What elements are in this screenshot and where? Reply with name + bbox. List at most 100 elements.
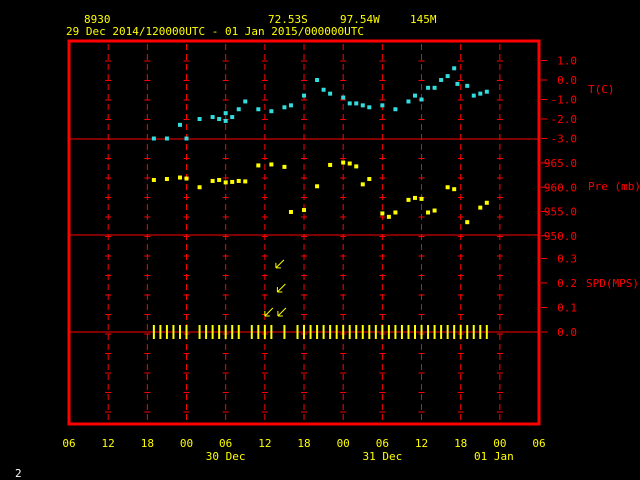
temperature-point <box>315 78 320 82</box>
temperature-point <box>288 103 293 108</box>
pressure-point <box>217 177 222 182</box>
wind-arrow <box>264 307 274 317</box>
pressure-point <box>164 177 169 182</box>
pressure-point <box>177 175 182 180</box>
pressure-point <box>223 180 228 185</box>
pressure-point <box>269 162 274 167</box>
time-range: 29 Dec 2014/120000UTC - 01 Jan 2015/0000… <box>66 25 364 38</box>
xtick-label: 06 <box>376 437 389 450</box>
temperature-point <box>210 115 215 120</box>
data-marks <box>151 66 489 339</box>
pressure-point <box>230 179 235 184</box>
day-label: 01 Jan <box>474 450 514 463</box>
pressure-point <box>406 197 411 202</box>
pressure-axis-label: Pre (mb) <box>588 180 640 193</box>
pressure-point <box>452 187 457 192</box>
pressure-point <box>210 178 215 183</box>
xtick-label: 00 <box>493 437 506 450</box>
wind-arrow <box>276 283 286 293</box>
temperature-point <box>184 136 189 141</box>
pressure-point <box>328 162 333 167</box>
pressure-point <box>282 164 287 169</box>
temperature-point <box>223 118 228 123</box>
temperature-point <box>328 91 333 96</box>
temperature-point <box>347 101 352 106</box>
ytick-label: 955.0 <box>544 206 577 219</box>
pressure-point <box>445 185 450 190</box>
ytick-label: 0.3 <box>557 253 577 266</box>
temperature-point <box>484 89 489 94</box>
temperature-point <box>439 78 444 82</box>
pressure-point <box>341 160 346 165</box>
temperature-point <box>455 81 460 86</box>
temperature-point <box>465 83 470 88</box>
temperature-point <box>302 93 307 98</box>
ytick-label: 950.0 <box>544 230 577 243</box>
temperature-point <box>367 105 372 110</box>
temperature-point <box>197 117 202 121</box>
pressure-point <box>354 164 359 169</box>
temperature-point <box>164 136 169 141</box>
pressure-point <box>393 210 398 215</box>
temperature-point <box>321 87 326 92</box>
xtick-label: 06 <box>532 437 545 450</box>
ytick-label: -3.0 <box>551 133 578 146</box>
meteogram-chart: 8930 72.53S 97.54W 145M 29 Dec 2014/1200… <box>15 13 640 480</box>
pressure-point <box>419 196 424 201</box>
y-ticks: 1.0 0.0 -1.0 -2.0 -3.0 965.0 960.0 955.0 950.0 0.… <box>541 55 578 339</box>
pressure-point <box>236 178 241 183</box>
temperature-point <box>223 111 228 116</box>
vertical-gridlines <box>105 44 503 420</box>
temperature-point <box>230 115 235 120</box>
xtick-label: 18 <box>454 437 467 450</box>
temperature-point <box>236 107 241 112</box>
pressure-point <box>413 195 418 200</box>
temperature-point <box>393 107 398 112</box>
xtick-label: 18 <box>141 437 154 450</box>
temperature-point <box>426 85 431 90</box>
elevation: 145M <box>410 13 437 26</box>
temperature-point <box>471 93 476 98</box>
pressure-point <box>347 161 352 166</box>
pressure-point <box>256 163 261 168</box>
pressure-point <box>426 210 431 215</box>
ytick-label: -2.0 <box>551 113 578 126</box>
pressure-point <box>478 205 483 210</box>
pressure-point <box>184 176 189 181</box>
xtick-label: 00 <box>337 437 350 450</box>
ytick-label: 960.0 <box>544 181 577 194</box>
pressure-point <box>386 214 391 219</box>
xtick-label: 18 <box>297 437 310 450</box>
pressure-point <box>367 177 372 182</box>
temperature-point <box>256 107 261 112</box>
pressure-point <box>465 220 470 225</box>
ytick-label: 0.0 <box>557 326 577 339</box>
temperature-point <box>478 91 483 96</box>
pressure-point <box>484 200 489 205</box>
temperature-point <box>413 93 418 98</box>
pressure-point <box>360 182 365 187</box>
ytick-label: -1.0 <box>551 94 578 107</box>
pressure-point <box>197 185 202 190</box>
pressure-point <box>432 208 437 213</box>
xtick-label: 06 <box>219 437 232 450</box>
ytick-label: 0.1 <box>557 302 577 315</box>
temperature-point <box>217 117 222 121</box>
pressure-point <box>243 179 248 184</box>
temperature-point <box>354 101 359 106</box>
wind-arrow <box>277 307 287 317</box>
temperature-axis-label: T(C) <box>588 83 615 96</box>
temperature-point <box>243 99 248 104</box>
pressure-point <box>288 209 293 214</box>
xtick-label: 12 <box>258 437 271 450</box>
ytick-label: 0.0 <box>557 74 577 87</box>
temperature-point <box>341 95 346 100</box>
pressure-point <box>151 177 156 182</box>
temperature-point <box>151 136 156 141</box>
temperature-point <box>445 74 450 79</box>
xtick-label: 06 <box>62 437 75 450</box>
pressure-point <box>380 211 385 216</box>
temperature-point <box>419 97 424 102</box>
speed-axis-label: SPD(MPS) <box>586 277 639 290</box>
temperature-point <box>432 85 437 90</box>
